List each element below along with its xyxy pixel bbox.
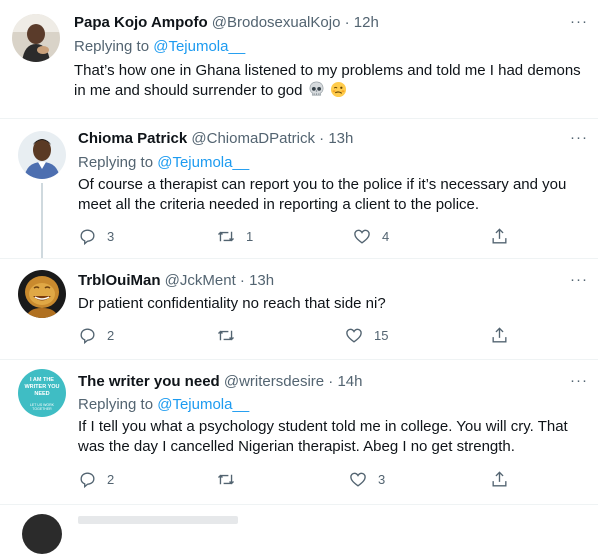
reply-count: 2 [107, 328, 115, 343]
reply-count: 3 [107, 229, 115, 244]
tweet-header: TrblOuiMan @JckMent · 13h [78, 271, 274, 291]
like-icon [350, 472, 366, 487]
tweet-1[interactable]: Papa Kojo Ampofo @BrodosexualKojo · 12h … [0, 0, 598, 118]
reply-button[interactable]: 2 [78, 326, 114, 345]
replying-to-link[interactable]: @Tejumola__ [157, 396, 249, 413]
tweet-text: If I tell you what a psychology student … [78, 418, 568, 455]
timestamp[interactable]: 12h [354, 14, 379, 31]
replying-to: Replying to @Tejumola__ [78, 153, 249, 173]
reply-icon [80, 229, 95, 246]
replying-prefix: Replying to [74, 38, 154, 55]
more-icon[interactable]: ··· [570, 13, 588, 30]
avatar-chioma-patrick[interactable] [18, 131, 66, 179]
author-handle[interactable]: @BrodosexualKojo [212, 14, 341, 31]
next-tweet-avatar-partial [22, 514, 62, 554]
author-handle[interactable]: @JckMent [165, 272, 236, 289]
tweet-text: Of course a therapist can report you to … [78, 176, 567, 213]
next-tweet-header-partial [78, 516, 238, 524]
skull-emoji-icon [309, 81, 324, 96]
tweet-3[interactable]: TrblOuiMan @JckMent · 13h ··· Dr patient… [0, 259, 598, 359]
avatar-papa-kojo[interactable] [12, 14, 60, 62]
tweet-4[interactable]: I AM THE WRITER YOU NEED LET US WORK TOG… [0, 360, 598, 504]
share-button[interactable] [490, 470, 509, 489]
more-icon[interactable]: ··· [570, 129, 588, 146]
replying-to-link[interactable]: @Tejumola__ [157, 154, 249, 171]
thread-line [41, 183, 43, 258]
like-button[interactable]: 15 [344, 326, 388, 345]
share-icon [492, 327, 507, 343]
tweet-text-body: That’s how one in Ghana listened to my p… [74, 62, 581, 99]
retweet-icon [218, 474, 234, 485]
avatar-text: I AM THE WRITER YOU NEED [24, 377, 60, 397]
author-handle[interactable]: @writersdesire [224, 373, 324, 390]
replying-to-link[interactable]: @Tejumola__ [153, 38, 245, 55]
author-name[interactable]: TrblOuiMan [78, 272, 161, 289]
reply-icon [80, 472, 95, 489]
like-count: 4 [382, 229, 390, 244]
retweet-button[interactable]: 1 [216, 227, 253, 246]
tweet-text: Dr patient confidentiality no reach that… [78, 295, 386, 312]
retweet-button[interactable] [216, 470, 246, 489]
more-icon[interactable]: ··· [570, 271, 588, 288]
tweet-header: Chioma Patrick @ChiomaDPatrick · 13h [78, 129, 353, 149]
timestamp[interactable]: 14h [337, 373, 362, 390]
like-button[interactable]: 3 [348, 470, 385, 489]
replying-to: Replying to @Tejumola__ [78, 395, 249, 415]
separator: · [235, 272, 250, 289]
retweet-button[interactable] [216, 326, 246, 345]
tweet-text: That’s how one in Ghana listened to my p… [74, 61, 596, 101]
divider [0, 504, 598, 505]
author-handle[interactable]: @ChiomaDPatrick [191, 130, 315, 147]
author-name[interactable]: The writer you need [78, 373, 220, 390]
like-button[interactable]: 4 [352, 227, 389, 246]
retweet-count: 1 [246, 229, 254, 244]
share-button[interactable] [490, 227, 509, 246]
timestamp[interactable]: 13h [328, 130, 353, 147]
reply-count: 2 [107, 472, 115, 487]
retweet-icon [218, 231, 234, 242]
reply-button[interactable]: 3 [78, 227, 114, 246]
tweet-header: Papa Kojo Ampofo @BrodosexualKojo · 12h [74, 13, 379, 33]
author-name[interactable]: Chioma Patrick [78, 130, 187, 147]
separator: · [314, 130, 329, 147]
reply-button[interactable]: 2 [78, 470, 114, 489]
like-count: 3 [378, 472, 386, 487]
timestamp[interactable]: 13h [249, 272, 274, 289]
replying-to: Replying to @Tejumola__ [74, 37, 245, 57]
replying-prefix: Replying to [78, 154, 158, 171]
replying-prefix: Replying to [78, 396, 158, 413]
avatar-subtext: LET US WORK TOGETHER [29, 403, 55, 411]
reply-icon [80, 328, 95, 345]
avatar-trbl-oui-man[interactable] [18, 270, 66, 318]
woozy-face-emoji-icon [330, 81, 346, 98]
more-icon[interactable]: ··· [570, 372, 588, 389]
tweet-header: The writer you need @writersdesire · 14h [78, 372, 363, 392]
share-icon [492, 471, 507, 487]
author-name[interactable]: Papa Kojo Ampofo [74, 14, 208, 31]
retweet-icon [218, 330, 234, 341]
avatar-writer-you-need[interactable]: I AM THE WRITER YOU NEED LET US WORK TOG… [18, 369, 66, 417]
tweet-2[interactable]: Chioma Patrick @ChiomaDPatrick · 13h ···… [0, 119, 598, 258]
like-icon [354, 229, 370, 244]
share-button[interactable] [490, 326, 509, 345]
like-count: 15 [374, 328, 389, 343]
separator: · [324, 373, 338, 390]
share-icon [492, 228, 507, 244]
like-icon [346, 328, 362, 343]
separator: · [340, 14, 354, 31]
